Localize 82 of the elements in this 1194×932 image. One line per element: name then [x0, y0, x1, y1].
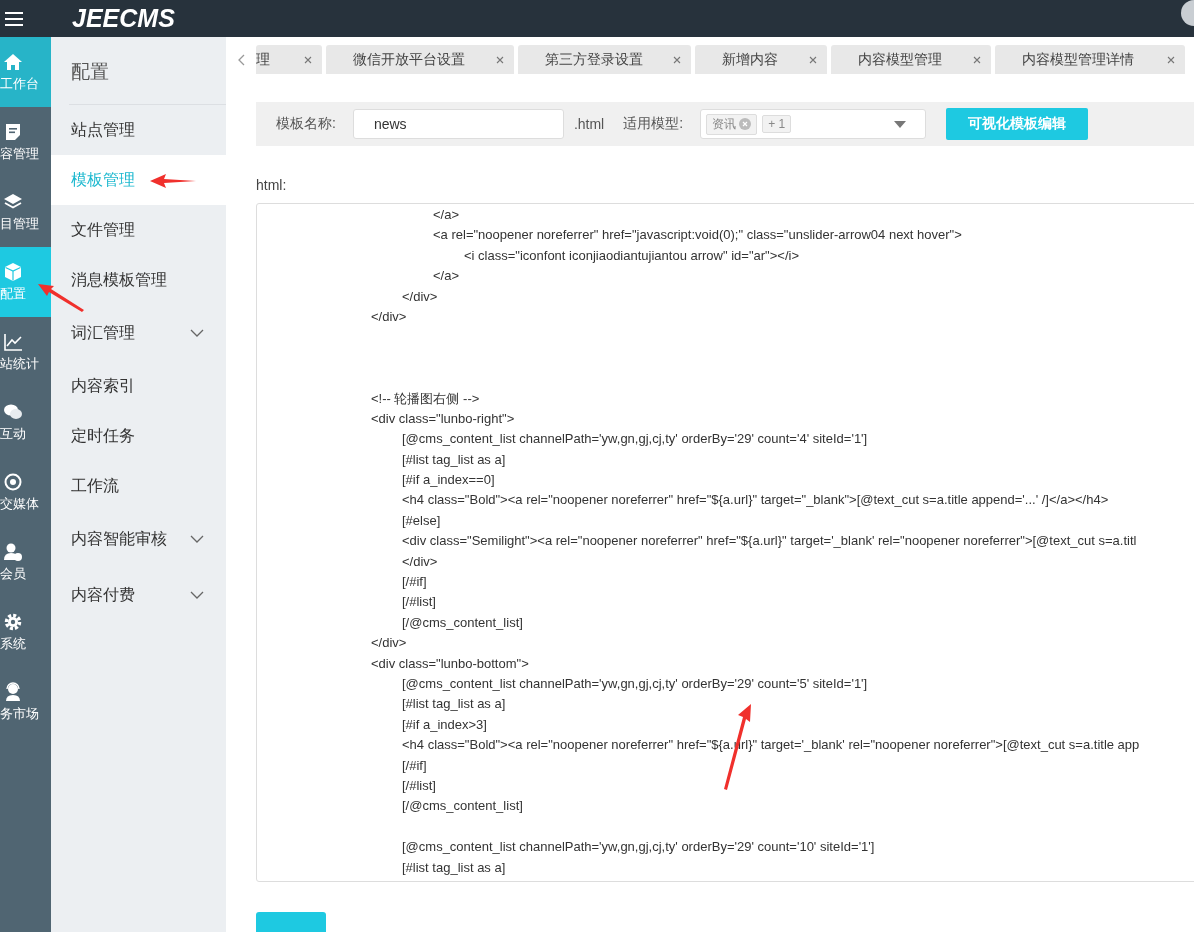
code-line: [@cms_content_list channelPath='yw,gn,gj,cj,ty' orderBy='29' count='4' siteId='1'] — [401, 431, 868, 447]
close-icon[interactable] — [673, 55, 681, 64]
rail-item[interactable]: 交媒体 — [0, 457, 51, 527]
close-icon[interactable] — [809, 55, 817, 64]
user-icon — [3, 541, 23, 562]
chevron-down-icon — [190, 329, 204, 337]
code-line: [#if a_index>3] — [401, 716, 487, 732]
close-icon[interactable] — [973, 55, 981, 64]
rail-item[interactable]: 会员 — [0, 527, 51, 597]
rail-item[interactable]: 站统计 — [0, 317, 51, 387]
code-line: </div> — [371, 635, 407, 651]
sidebar-item[interactable]: 内容付费 — [51, 567, 226, 623]
field-label: 适用模型: — [623, 115, 684, 133]
code-line: <h4 class="Bold"><a rel="noopener noreferrer" href="${a.url}" target="_blank">[@text_cut s=a.title append='...' /]</a></h4> — [401, 492, 1109, 508]
code-line: <i class="iconfont iconjiaodiantujiantou arrow" id="ar"></i> — [463, 247, 799, 263]
target-icon — [3, 471, 23, 492]
code-line: [/@cms_content_list] — [401, 614, 523, 630]
code-line: </div> — [401, 288, 438, 304]
line-chart-icon — [3, 331, 23, 352]
tag: 资讯 — [706, 113, 758, 135]
rail-item[interactable]: 目管理 — [0, 177, 51, 247]
close-icon[interactable] — [496, 55, 504, 64]
code-line: <div class="Semilight"><a rel="noopener noreferrer" href="${a.url}" target='_blank' rel="noopener noreferrer">[@text_cut s=a.titl — [401, 533, 1137, 549]
input-field[interactable]: news — [352, 109, 564, 139]
logo: JEECMS — [72, 4, 175, 33]
close-icon[interactable] — [304, 55, 312, 64]
avatar-icon[interactable] — [1178, 0, 1194, 26]
sidebar-item[interactable]: 词汇管理 — [51, 305, 226, 361]
code-line: [@cms_content_list channelPath='yw,gn,gj,cj,ty' orderBy='29' count='10' siteId='1'] — [401, 839, 875, 855]
code-line: [/#list] — [401, 777, 436, 793]
code-line: [/#if] — [401, 574, 427, 590]
sidebar-title: 配置 — [70, 60, 110, 84]
more-tag: + 1 — [762, 115, 792, 133]
editor-label: html: — [256, 177, 288, 193]
code-line: <div class="lunbo-right"> — [371, 410, 515, 426]
code-line: </div> — [401, 553, 438, 569]
cube-icon — [3, 261, 23, 282]
code-line: </a> — [432, 268, 460, 284]
document-icon — [3, 121, 23, 142]
chevron-left-icon[interactable] — [237, 53, 245, 66]
code-line: [/@cms_content_list] — [401, 798, 523, 814]
rail-item[interactable]: 系统 — [0, 597, 51, 667]
code-line: [@cms_content_list channelPath='yw,gn,gj,cj,ty' orderBy='29' count='5' siteId='1'] — [401, 676, 868, 691]
code-line: [/#if] — [401, 757, 427, 773]
sidebar-item[interactable]: 站点管理 — [51, 105, 226, 155]
tab[interactable]: 内容模型管理 — [831, 45, 991, 74]
home-icon — [3, 51, 23, 72]
sidebar-item[interactable]: 工作流 — [51, 461, 226, 511]
remove-icon[interactable] — [739, 118, 752, 130]
code-line: </div> — [371, 308, 407, 324]
rail-item[interactable]: 务市场 — [0, 667, 51, 737]
chevron-down-icon — [190, 535, 204, 543]
code-line: </a> — [432, 207, 460, 222]
headset-user-icon — [3, 681, 23, 702]
rail-item[interactable]: 容管理 — [0, 107, 51, 177]
close-icon[interactable] — [1167, 55, 1175, 64]
code-line: [#else] — [401, 512, 441, 528]
sidebar-item[interactable]: 消息模板管理 — [51, 255, 226, 305]
code-line: <div class="lunbo-bottom"> — [371, 655, 529, 671]
code-line: <!-- 轮播图右侧 --> — [371, 390, 480, 406]
sidebar-item[interactable]: 定时任务 — [51, 411, 226, 461]
sidebar-item[interactable]: 文件管理 — [51, 205, 226, 255]
menu-icon[interactable] — [5, 11, 23, 26]
code-line: <a rel="noopener noreferrer" href="javascript:void(0);" class="unslider-arrow04 next hover"> — [432, 227, 962, 243]
settings-icon — [3, 611, 23, 632]
code-line: [#list tag_list as a] — [401, 451, 506, 467]
caret-icon — [894, 121, 907, 128]
sidebar-item[interactable]: 内容索引 — [51, 361, 226, 411]
tab[interactable]: 第三方登录设置 — [518, 45, 691, 74]
suffix-label: .html — [573, 116, 605, 132]
field-label: 模板名称: — [276, 115, 336, 133]
tab[interactable]: 微信开放平台设置 — [326, 45, 514, 74]
tab[interactable]: 新增内容 — [695, 45, 827, 74]
code-line: [/#list] — [401, 594, 436, 610]
tab[interactable]: 内容模型管理详情 — [995, 45, 1185, 74]
rail-item[interactable]: 互动 — [0, 387, 51, 457]
code-line: [#if a_index==0] — [401, 472, 495, 488]
code-line: [#list tag_list as a] — [401, 696, 506, 712]
chevron-down-icon — [190, 591, 204, 599]
sidebar-item[interactable]: 内容智能审核 — [51, 511, 226, 567]
tab[interactable]: 理 — [256, 45, 322, 74]
code-line: [#list tag_list as a] — [401, 859, 506, 875]
